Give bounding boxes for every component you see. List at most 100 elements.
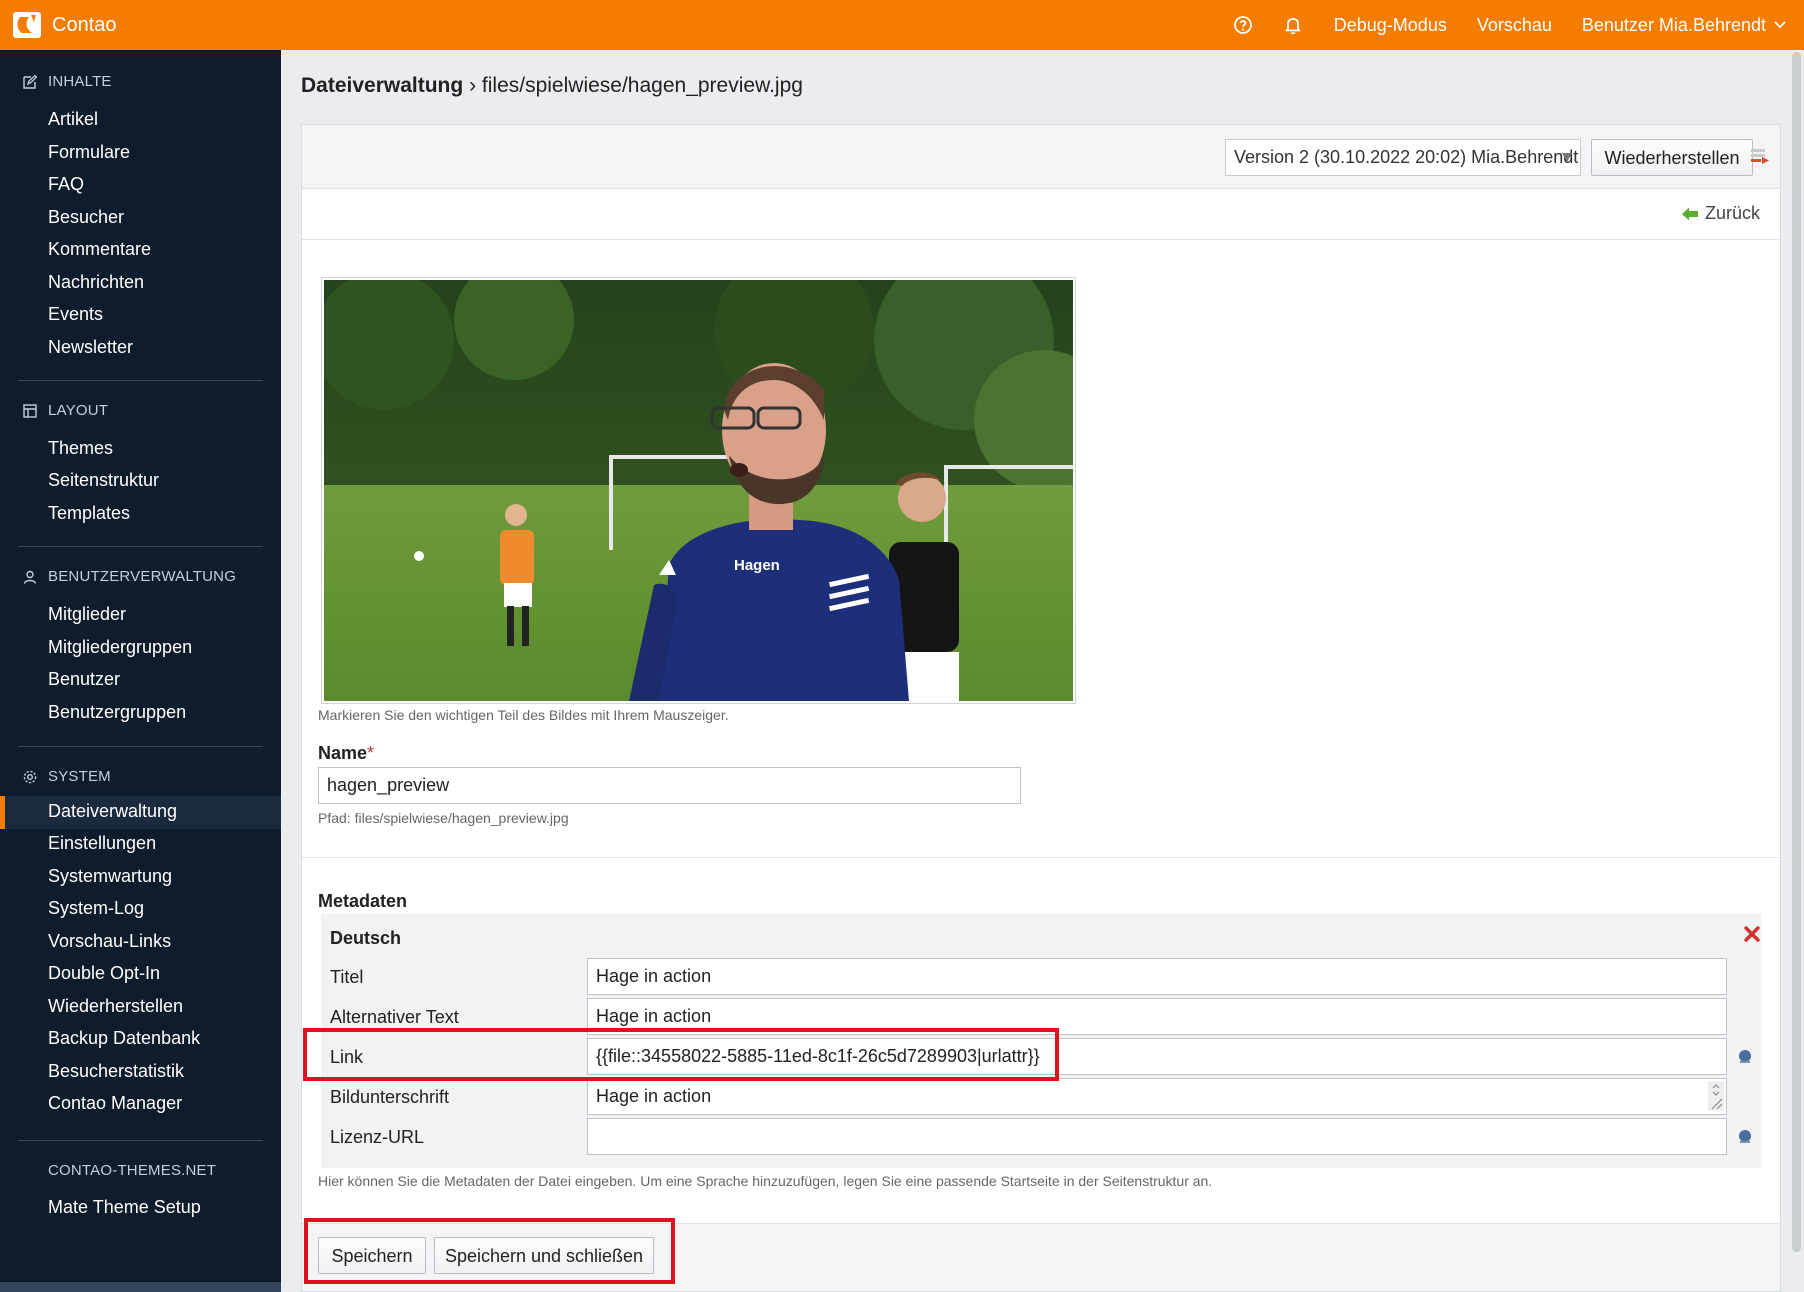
- top-bar: Contao Debug-Modus Vorschau Benutzer Mia…: [0, 0, 1804, 50]
- metadata-language: Deutsch: [330, 928, 402, 948]
- link-field-highlight: [303, 1028, 1059, 1081]
- sidebar-item-benutzergruppen[interactable]: Benutzergruppen: [48, 702, 186, 723]
- edit-icon: [23, 74, 38, 89]
- sidebar-item-themes[interactable]: Themes: [48, 438, 113, 459]
- sidebar-group-benutzerverwaltung[interactable]: BENUTZERVERWALTUNG: [22, 568, 236, 585]
- breadcrumb-separator: ›: [469, 74, 477, 97]
- main-content: Dateiverwaltung › files/spielwiese/hagen…: [281, 50, 1804, 1292]
- user-name: Benutzer Mia.Behrendt: [1581, 14, 1766, 35]
- link-picker-icon[interactable]: [1737, 1049, 1753, 1065]
- sidebar-divider: [18, 546, 263, 547]
- meta-caption-value: Hage in action: [596, 1086, 712, 1106]
- back-row: Zurück: [302, 189, 1780, 240]
- back-link-label: Zurück: [1704, 203, 1760, 223]
- top-nav: Debug-Modus Vorschau Benutzer Mia.Behren…: [1232, 0, 1786, 50]
- sidebar-group-inhalte[interactable]: INHALTE: [22, 73, 112, 90]
- meta-caption-textarea[interactable]: Hage in action: [587, 1078, 1727, 1115]
- sidebar-item-templates[interactable]: Templates: [48, 503, 130, 524]
- back-link[interactable]: Zurück: [1681, 203, 1760, 224]
- sidebar-item-formulare[interactable]: Formulare: [48, 142, 130, 163]
- sidebar-group-label: CONTAO-THEMES.NET: [48, 1162, 217, 1179]
- sidebar-item-backup-datenbank[interactable]: Backup Datenbank: [48, 1028, 200, 1049]
- gear-icon: [23, 770, 37, 783]
- version-select[interactable]: Version 2 (30.10.2022 20:02) Mia.Behrend…: [1225, 139, 1581, 176]
- meta-title-input[interactable]: Hage in action: [587, 958, 1727, 995]
- delete-language-icon[interactable]: [1743, 925, 1761, 943]
- brand-name: Contao: [52, 13, 117, 36]
- sidebar-divider: [18, 746, 263, 747]
- sidebar-item-besucher[interactable]: Besucher: [48, 207, 124, 228]
- sidebar-item-benutzer[interactable]: Benutzer: [48, 669, 120, 690]
- restore-version-icon[interactable]: [1749, 147, 1771, 167]
- file-edit-panel: Version 2 (30.10.2022 20:02) Mia.Behrend…: [301, 124, 1781, 1292]
- bell-icon[interactable]: [1282, 14, 1304, 36]
- contao-logo-icon: [13, 12, 41, 38]
- sidebar-item-mitgliedergruppen[interactable]: Mitgliedergruppen: [48, 637, 192, 658]
- sidebar-group-label: INHALTE: [48, 73, 112, 90]
- sidebar-item-seitenstruktur[interactable]: Seitenstruktur: [48, 470, 159, 491]
- sidebar-item-mitglieder[interactable]: Mitglieder: [48, 604, 126, 625]
- sidebar-divider: [18, 380, 263, 381]
- meta-title-label: Titel: [330, 967, 364, 987]
- sidebar-group-label: LAYOUT: [48, 402, 109, 419]
- version-select-value: Version 2 (30.10.2022 20:02) Mia.Behrend…: [1234, 147, 1579, 167]
- sidebar-group-layout[interactable]: LAYOUT: [22, 402, 108, 419]
- debug-mode-link[interactable]: Debug-Modus: [1334, 15, 1447, 36]
- meta-license-label: Lizenz-URL: [330, 1127, 425, 1147]
- sidebar-group-contao-themes[interactable]: CONTAO-THEMES.NET: [48, 1162, 216, 1179]
- metadata-heading: Metadaten: [318, 891, 408, 911]
- sidebar-item-systemwartung[interactable]: Systemwartung: [48, 866, 172, 887]
- sidebar-item-besucherstatistik[interactable]: Besucherstatistik: [48, 1061, 184, 1082]
- sidebar-item-wiederherstellen[interactable]: Wiederherstellen: [48, 996, 183, 1017]
- preview-link[interactable]: Vorschau: [1477, 15, 1552, 36]
- name-input[interactable]: hagen_preview: [318, 767, 1021, 804]
- image-preview[interactable]: Hagen: [321, 277, 1076, 704]
- sidebar-item-einstellungen[interactable]: Einstellungen: [48, 833, 156, 854]
- user-icon: [23, 570, 37, 584]
- sidebar-item-contao-manager[interactable]: Contao Manager: [48, 1093, 182, 1114]
- sidebar-group-label: BENUTZERVERWALTUNG: [48, 568, 237, 585]
- license-picker-icon[interactable]: [1737, 1129, 1753, 1145]
- sidebar-item-events[interactable]: Events: [48, 304, 103, 325]
- sidebar-footer-strip: [0, 1282, 281, 1292]
- sidebar-item-faq[interactable]: FAQ: [48, 174, 84, 195]
- photo-image: Hagen: [324, 280, 1073, 701]
- required-mark: *: [367, 743, 375, 763]
- sidebar-group-system[interactable]: SYSTEM: [22, 768, 111, 785]
- section-divider: [302, 857, 1780, 858]
- brand[interactable]: Contao: [12, 10, 117, 40]
- resize-grip-icon[interactable]: [1708, 1081, 1724, 1111]
- sidebar-item-nachrichten[interactable]: Nachrichten: [48, 272, 144, 293]
- name-label-text: Name: [318, 743, 368, 763]
- scrollbar-thumb[interactable]: [1792, 52, 1801, 1252]
- meta-license-input[interactable]: [587, 1118, 1727, 1155]
- sidebar-item-mate-theme-setup[interactable]: Mate Theme Setup: [48, 1197, 201, 1218]
- meta-alt-label: Alternativer Text: [330, 1007, 459, 1027]
- path-hint: Pfad: files/spielwiese/hagen_preview.jpg: [318, 810, 569, 826]
- sidebar-item-newsletter[interactable]: Newsletter: [48, 337, 133, 358]
- meta-caption-label: Bildunterschrift: [330, 1087, 450, 1107]
- save-buttons-highlight: [304, 1218, 675, 1284]
- chevron-down-icon: [1774, 21, 1786, 29]
- sidebar-item-vorschau-links[interactable]: Vorschau-Links: [48, 931, 171, 952]
- sidebar-item-system-log[interactable]: System-Log: [48, 898, 144, 919]
- sidebar-item-double-opt-in[interactable]: Double Opt-In: [48, 963, 160, 984]
- metadata-hint: Hier können Sie die Metadaten der Datei …: [318, 1173, 1213, 1189]
- sidebar-item-kommentare[interactable]: Kommentare: [48, 239, 151, 260]
- sidebar: INHALTE Artikel Formulare FAQ Besucher K…: [0, 50, 281, 1292]
- name-label: Name*: [318, 743, 374, 764]
- layout-icon: [23, 403, 37, 418]
- user-menu[interactable]: Benutzer Mia.Behrendt: [1582, 15, 1786, 36]
- image-hint: Markieren Sie den wichtigen Teil des Bil…: [318, 707, 729, 723]
- version-bar: Version 2 (30.10.2022 20:02) Mia.Behrend…: [302, 125, 1780, 189]
- restore-button[interactable]: Wiederherstellen: [1591, 139, 1753, 176]
- sidebar-item-dateiverwaltung[interactable]: Dateiverwaltung: [48, 801, 177, 822]
- help-icon[interactable]: [1232, 14, 1254, 36]
- dropdown-arrow-icon: [1562, 153, 1572, 162]
- breadcrumb: Dateiverwaltung › files/spielwiese/hagen…: [301, 74, 803, 98]
- arrow-left-icon: [1681, 207, 1698, 220]
- breadcrumb-section[interactable]: Dateiverwaltung: [301, 74, 463, 97]
- sidebar-item-artikel[interactable]: Artikel: [48, 109, 98, 130]
- sidebar-divider: [18, 1140, 263, 1141]
- breadcrumb-path: files/spielwiese/hagen_preview.jpg: [481, 74, 803, 97]
